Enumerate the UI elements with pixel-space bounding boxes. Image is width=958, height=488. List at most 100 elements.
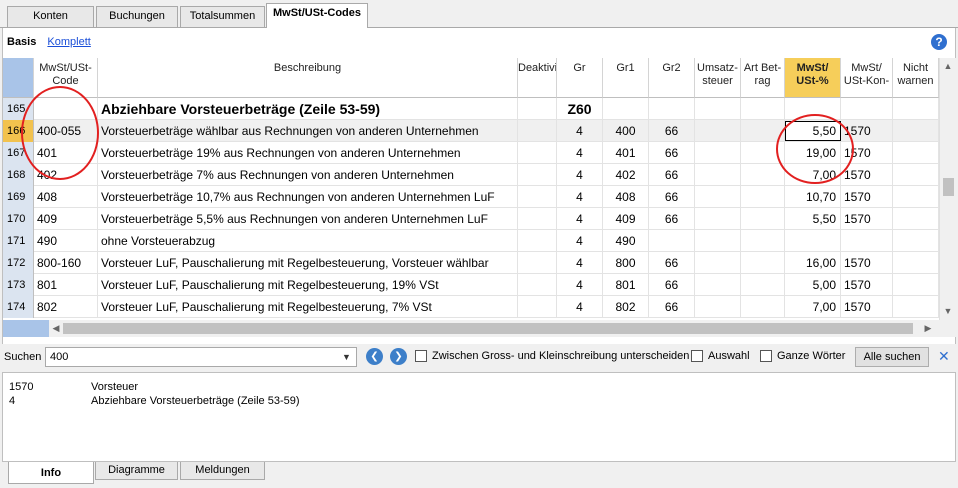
cell-art-betrag[interactable] [741,296,785,318]
cell-deactivated[interactable] [518,120,557,142]
table-row[interactable]: 169 408 Vorsteuerbeträge 10,7% aus Rechnun… [3,186,939,208]
cell-umsatzsteuer[interactable] [695,186,741,208]
cell-art-betrag[interactable] [741,230,785,252]
cell-umsatzsteuer[interactable] [695,120,741,142]
cell-gr[interactable]: 4 [557,142,603,164]
cell-gr2[interactable]: 66 [649,208,695,230]
cell-gr2[interactable] [649,230,695,252]
cell-art-betrag[interactable] [741,186,785,208]
cell-description[interactable]: Vorsteuerbeträge 19% aus Rechnungen von … [98,142,518,164]
auswahl-checkbox[interactable] [691,350,703,362]
header-gr2[interactable]: Gr2 [649,58,695,98]
tab-info[interactable]: Info [8,462,94,484]
cell-gr1[interactable]: 800 [603,252,649,274]
search-previous-icon[interactable]: ❮ [366,348,383,365]
cell-nicht-warnen[interactable] [893,274,939,296]
case-sensitive-checkbox[interactable] [415,350,427,362]
cell-art-betrag[interactable] [741,252,785,274]
cell-gr2[interactable]: 66 [649,274,695,296]
horizontal-scroll-thumb[interactable] [63,323,913,334]
scroll-left-icon[interactable]: ◀ [49,321,63,335]
header-art-betrag[interactable]: Art Bet- rag [741,58,785,98]
tab-mwst-codes[interactable]: MwSt/USt-Codes [266,3,368,28]
horizontal-scrollbar[interactable]: ◀ ▶ [3,320,956,337]
table-row[interactable]: 171 490 ohne Vorsteuerabzug 4 490 [3,230,939,252]
cell-gr1[interactable]: 408 [603,186,649,208]
table-row[interactable]: 173 801 Vorsteuer LuF, Pauschalierung mit … [3,274,939,296]
scroll-up-icon[interactable]: ▲ [941,59,955,73]
cell-description[interactable]: Vorsteuerbeträge 7% aus Rechnungen von a… [98,164,518,186]
cell-umsatzsteuer[interactable] [695,98,741,120]
tab-diagramme[interactable]: Diagramme [95,462,178,480]
cell-code[interactable]: 800-160 [34,252,98,274]
cell-vat-percent[interactable]: 10,70 [785,186,841,208]
cell-gr2[interactable] [649,98,695,120]
cell-umsatzsteuer[interactable] [695,230,741,252]
header-nicht-warnen[interactable]: Nicht warnen [893,58,939,98]
cell-deactivated[interactable] [518,98,557,120]
cell-vat-percent[interactable]: 5,50 [785,208,841,230]
cell-art-betrag[interactable] [741,98,785,120]
cell-vat-percent[interactable] [785,230,841,252]
cell-vat-percent[interactable]: 7,00 [785,296,841,318]
cell-gr2[interactable]: 66 [649,252,695,274]
cell-art-betrag[interactable] [741,274,785,296]
cell-vat-percent[interactable]: 16,00 [785,252,841,274]
cell-vat-account[interactable]: 1570 [841,208,893,230]
cell-deactivated[interactable] [518,208,557,230]
cell-description[interactable]: ohne Vorsteuerabzug [98,230,518,252]
cell-code[interactable]: 802 [34,296,98,318]
cell-nicht-warnen[interactable] [893,186,939,208]
view-komplett-link[interactable]: Komplett [47,36,90,48]
cell-umsatzsteuer[interactable] [695,274,741,296]
tab-buchungen[interactable]: Buchungen [96,6,178,27]
scroll-right-icon[interactable]: ▶ [921,321,935,335]
view-basis[interactable]: Basis [7,36,36,48]
cell-gr1[interactable]: 402 [603,164,649,186]
table-row[interactable]: 170 409 Vorsteuerbeträge 5,5% aus Rechnung… [3,208,939,230]
cell-code[interactable]: 409 [34,208,98,230]
header-gr[interactable]: Gr [557,58,603,98]
cell-gr1[interactable]: 401 [603,142,649,164]
cell-vat-account[interactable]: 1570 [841,186,893,208]
cell-gr2[interactable]: 66 [649,164,695,186]
cell-nicht-warnen[interactable] [893,142,939,164]
search-input[interactable]: 400 ▼ [45,347,357,367]
cell-deactivated[interactable] [518,230,557,252]
cell-gr2[interactable]: 66 [649,296,695,318]
tab-meldungen[interactable]: Meldungen [180,462,265,480]
cell-umsatzsteuer[interactable] [695,296,741,318]
whole-words-checkbox[interactable] [760,350,772,362]
cell-description[interactable]: Vorsteuerbeträge wählbar aus Rechnungen … [98,120,518,142]
tab-konten[interactable]: Konten [7,6,94,27]
cell-gr[interactable]: 4 [557,274,603,296]
cell-deactivated[interactable] [518,296,557,318]
chevron-down-icon[interactable]: ▼ [342,348,354,366]
vertical-scrollbar[interactable]: ▲ ▼ [939,58,956,320]
header-deactivated[interactable]: Deaktivie- [518,58,557,98]
cell-nicht-warnen[interactable] [893,296,939,318]
header-vat-percent[interactable]: MwSt/ USt-% [785,58,841,98]
cell-art-betrag[interactable] [741,208,785,230]
cell-nicht-warnen[interactable] [893,252,939,274]
header-vat-account[interactable]: MwSt/ USt-Kon- [841,58,893,98]
table-row[interactable]: 172 800-160 Vorsteuer LuF, Pauschalierung … [3,252,939,274]
search-next-icon[interactable]: ❯ [390,348,407,365]
help-icon[interactable]: ? [931,34,947,50]
scroll-down-icon[interactable]: ▼ [941,304,955,318]
cell-nicht-warnen[interactable] [893,230,939,252]
cell-description[interactable]: Vorsteuer LuF, Pauschalierung mit Regelb… [98,252,518,274]
cell-gr[interactable]: 4 [557,186,603,208]
cell-gr1[interactable]: 801 [603,274,649,296]
cell-gr1[interactable]: 802 [603,296,649,318]
cell-gr1[interactable]: 400 [603,120,649,142]
header-gr1[interactable]: Gr1 [603,58,649,98]
cell-vat-account[interactable]: 1570 [841,252,893,274]
cell-gr[interactable]: 4 [557,296,603,318]
cell-description[interactable]: Vorsteuer LuF, Pauschalierung mit Regelb… [98,274,518,296]
cell-gr2[interactable]: 66 [649,120,695,142]
cell-gr[interactable]: Z60 [557,98,603,120]
close-search-icon[interactable]: ✕ [938,348,950,365]
cell-gr1[interactable] [603,98,649,120]
cell-nicht-warnen[interactable] [893,164,939,186]
